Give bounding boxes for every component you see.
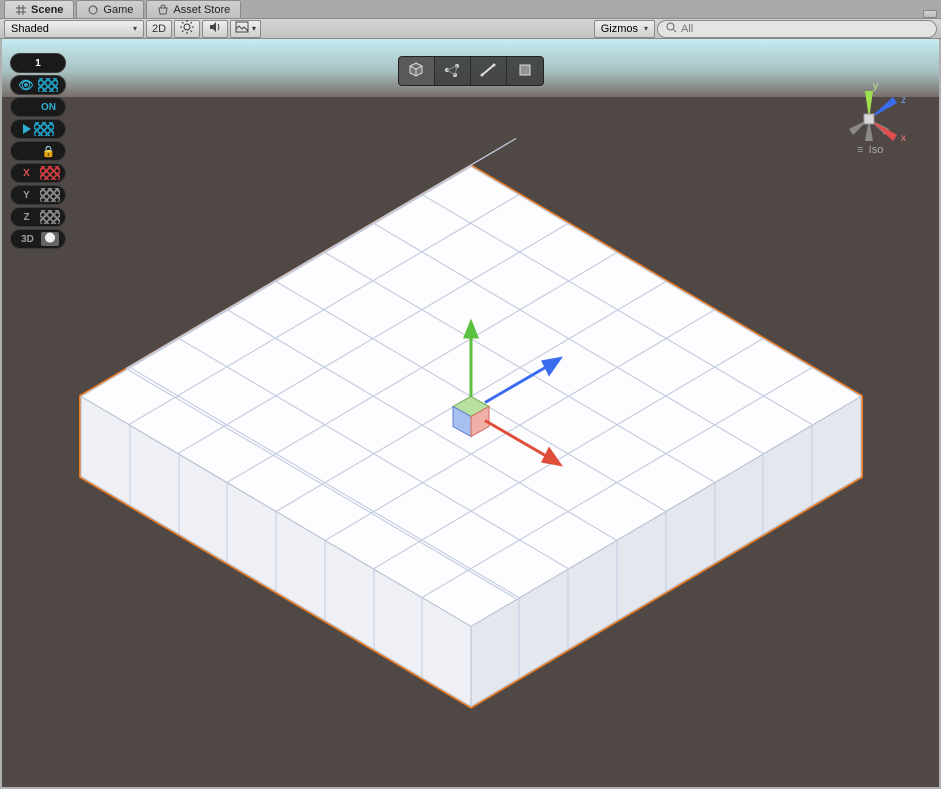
view-tabs: Scene Game Asset Store — [0, 0, 941, 19]
tab-scene-label: Scene — [31, 4, 63, 16]
sun-icon — [180, 20, 194, 37]
chevron-down-icon: ▾ — [252, 24, 256, 33]
scene-object[interactable] — [51, 106, 891, 749]
svg-text:x: x — [901, 133, 906, 144]
arrow-right-icon — [23, 124, 31, 134]
scene-viewport[interactable]: 1 👁 ON 🔒 X Y — [0, 39, 941, 789]
gizmos-dropdown[interactable]: Gizmos ▾ — [594, 20, 655, 38]
gizmos-label: Gizmos — [601, 23, 638, 35]
image-icon — [235, 20, 249, 37]
hatch-icon — [38, 78, 58, 92]
shading-mode-dropdown[interactable]: Shaded ▾ — [4, 20, 144, 38]
vertex-icon — [443, 61, 461, 82]
asset-store-icon — [157, 4, 169, 16]
badge-x-label: X — [17, 168, 37, 179]
tab-options-button[interactable] — [923, 10, 937, 18]
search-icon — [666, 22, 677, 36]
badge-3d-label: 3D — [18, 234, 38, 245]
badge-z-label: Z — [17, 212, 37, 223]
edge-icon — [479, 61, 497, 82]
toggle-2d-button[interactable]: 2D — [146, 20, 172, 38]
badge-count-label: 1 — [28, 58, 48, 69]
toggle-effects-dropdown[interactable]: ▾ — [230, 20, 261, 38]
toggle-2d-label: 2D — [152, 23, 166, 35]
game-icon — [87, 4, 99, 16]
toggle-audio-button[interactable] — [202, 20, 228, 38]
badge-y-label: Y — [17, 190, 37, 201]
face-icon — [516, 61, 534, 82]
svg-text:y: y — [873, 81, 878, 92]
shading-mode-label: Shaded — [11, 23, 49, 35]
tab-game[interactable]: Game — [76, 0, 144, 18]
tab-asset-store[interactable]: Asset Store — [146, 0, 241, 18]
probuilder-mode-toolbar — [398, 56, 544, 86]
cube-icon — [407, 61, 425, 82]
tab-row-controls — [923, 10, 941, 18]
chevron-down-icon: ▾ — [644, 24, 648, 33]
search-input[interactable] — [681, 23, 928, 35]
tab-game-label: Game — [103, 4, 133, 16]
face-mode-button[interactable] — [507, 57, 543, 85]
object-mode-button[interactable] — [399, 57, 435, 85]
badge-toggle-visibility[interactable]: 👁 — [10, 75, 66, 95]
chevron-down-icon: ▾ — [133, 24, 137, 33]
tab-scene[interactable]: Scene — [4, 0, 74, 18]
tab-asset-store-label: Asset Store — [173, 4, 230, 16]
audio-icon — [208, 20, 222, 37]
scene-icon — [15, 4, 27, 16]
scene-toolbar: Shaded ▾ 2D ▾ Gizmos ▾ — [0, 19, 941, 39]
svg-text:z: z — [901, 95, 906, 106]
vertex-mode-button[interactable] — [435, 57, 471, 85]
toggle-lighting-button[interactable] — [174, 20, 200, 38]
eye-icon: 👁 — [19, 78, 35, 92]
search-field[interactable] — [657, 20, 937, 38]
badge-selection-count[interactable]: 1 — [10, 53, 66, 73]
edge-mode-button[interactable] — [471, 57, 507, 85]
